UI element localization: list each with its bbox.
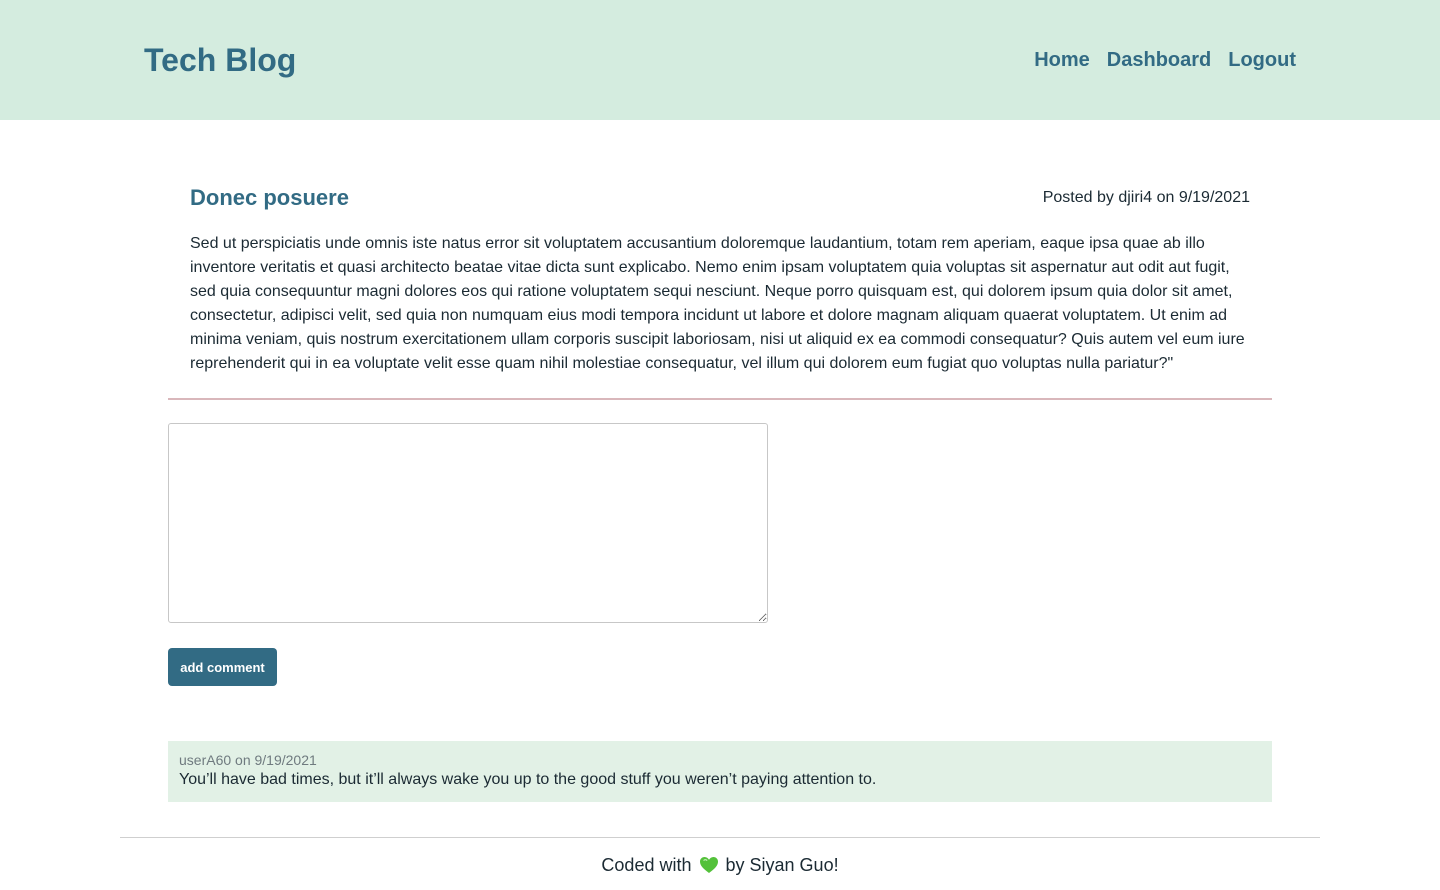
nav-home-link[interactable]: Home bbox=[1034, 47, 1090, 73]
post-title: Donec posuere bbox=[190, 185, 349, 210]
green-heart-icon bbox=[699, 856, 719, 880]
post-meta: Posted by djiri4 on 9/19/2021 bbox=[1042, 189, 1250, 206]
site-footer: Coded with by Siyan Guo! bbox=[0, 853, 1440, 880]
footer-divider bbox=[120, 837, 1320, 838]
comment-text: You’ll have bad times, but it’ll always … bbox=[179, 771, 877, 788]
nav-logout-link[interactable]: Logout bbox=[1228, 47, 1296, 73]
comment-item: userA60 on 9/19/2021 You’ll have bad tim… bbox=[168, 741, 1272, 802]
add-comment-button[interactable]: add comment bbox=[168, 648, 277, 686]
post-divider bbox=[168, 398, 1272, 400]
comment-meta: userA60 on 9/19/2021 bbox=[179, 752, 317, 768]
footer-suffix: by Siyan Guo! bbox=[725, 855, 839, 875]
nav-dashboard-link[interactable]: Dashboard bbox=[1107, 47, 1211, 73]
site-brand-link[interactable]: Tech Blog bbox=[144, 38, 296, 82]
post-body: Sed ut perspiciatis unde omnis iste natu… bbox=[190, 235, 1245, 372]
main-nav: Home Dashboard Logout bbox=[1034, 47, 1296, 73]
comment-textarea[interactable] bbox=[168, 423, 768, 623]
footer-prefix: Coded with bbox=[601, 855, 692, 875]
site-header: Tech Blog Home Dashboard Logout bbox=[0, 0, 1440, 120]
